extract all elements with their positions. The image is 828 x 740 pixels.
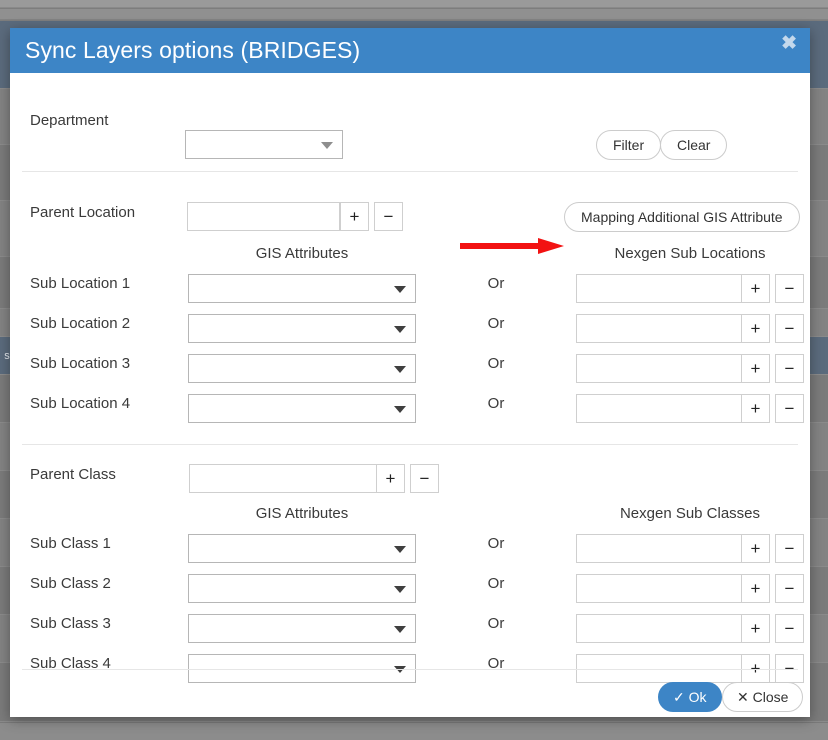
- sub-location-3-or-label: Or: [487, 355, 505, 372]
- dialog-title: Sync Layers options (BRIDGES): [25, 37, 361, 63]
- sync-layers-options-dialog: Sync Layers options (BRIDGES) ✖ Departme…: [10, 28, 810, 717]
- parent-class-label: Parent Class: [30, 466, 116, 483]
- chevron-down-icon: [394, 325, 406, 333]
- sub-location-1-gis-dropdown[interactable]: [188, 274, 416, 303]
- sub-location-3-label: Sub Location 3: [30, 355, 131, 372]
- sub-location-4-or-label: Or: [487, 395, 505, 412]
- sub-location-3-nexgen-input[interactable]: [576, 354, 742, 383]
- dialog-footer: ✓ Ok ✕ Close: [10, 669, 810, 717]
- sub-location-2-nexgen-input[interactable]: [576, 314, 742, 343]
- sub-location-3-add-button[interactable]: +: [741, 354, 770, 383]
- backdrop-toolbar-secondary: [0, 9, 828, 20]
- sub-class-2-nexgen-input[interactable]: [576, 574, 742, 603]
- red-annotation-arrow: [460, 238, 564, 254]
- sub-class-1-remove-button[interactable]: −: [775, 534, 804, 563]
- parent-class-add-button[interactable]: +: [376, 464, 405, 493]
- close-icon[interactable]: ✖: [781, 34, 797, 54]
- sub-location-2-label: Sub Location 2: [30, 315, 131, 332]
- parent-class-remove-button[interactable]: −: [410, 464, 439, 493]
- chevron-down-icon: [394, 365, 406, 373]
- sub-class-2-remove-button[interactable]: −: [775, 574, 804, 603]
- sub-location-1-label: Sub Location 1: [30, 275, 131, 292]
- parent-location-add-button[interactable]: +: [340, 202, 369, 231]
- department-dropdown[interactable]: [185, 130, 343, 159]
- sub-class-2-or-label: Or: [487, 575, 505, 592]
- parent-location-label: Parent Location: [30, 204, 136, 221]
- mapping-additional-gis-attribute-button[interactable]: Mapping Additional GIS Attribute: [564, 202, 800, 232]
- sub-location-2-or-label: Or: [487, 315, 505, 332]
- chevron-down-icon: [394, 545, 406, 553]
- sub-class-3-nexgen-input[interactable]: [576, 614, 742, 643]
- sub-location-4-label: Sub Location 4: [30, 395, 131, 412]
- chevron-down-icon: [394, 405, 406, 413]
- close-button-label: Close: [752, 688, 789, 705]
- footer-divider: [22, 669, 798, 670]
- close-button[interactable]: ✕ Close: [722, 682, 804, 712]
- parent-location-input[interactable]: [187, 202, 340, 231]
- chevron-down-icon: [394, 625, 406, 633]
- backdrop-toolbar: [0, 0, 828, 8]
- sub-location-4-gis-dropdown[interactable]: [188, 394, 416, 423]
- check-icon: ✓: [673, 688, 685, 705]
- chevron-down-icon: [394, 585, 406, 593]
- sub-class-2-gis-dropdown[interactable]: [188, 574, 416, 603]
- clear-button[interactable]: Clear: [660, 130, 728, 160]
- sub-class-2-label: Sub Class 2: [30, 575, 111, 592]
- sub-location-4-add-button[interactable]: +: [741, 394, 770, 423]
- sub-class-3-remove-button[interactable]: −: [775, 614, 804, 643]
- sub-class-1-label: Sub Class 1: [30, 535, 111, 552]
- nexgen-sub-locations-header: Nexgen Sub Locations: [614, 245, 766, 262]
- sub-class-1-add-button[interactable]: +: [741, 534, 770, 563]
- sub-location-1-nexgen-input[interactable]: [576, 274, 742, 303]
- sub-class-3-add-button[interactable]: +: [741, 614, 770, 643]
- sub-class-3-label: Sub Class 3: [30, 615, 111, 632]
- sub-class-1-nexgen-input[interactable]: [576, 534, 742, 563]
- ok-button-label: Ok: [688, 688, 707, 705]
- sub-location-2-gis-dropdown[interactable]: [188, 314, 416, 343]
- sub-location-2-add-button[interactable]: +: [741, 314, 770, 343]
- sub-class-3-gis-dropdown[interactable]: [188, 614, 416, 643]
- backdrop-statusbar: [0, 722, 828, 740]
- dialog-titlebar: Sync Layers options (BRIDGES) ✖: [10, 28, 810, 73]
- sub-class-1-gis-dropdown[interactable]: [188, 534, 416, 563]
- section-divider-top: [22, 171, 798, 172]
- sub-location-4-remove-button[interactable]: −: [775, 394, 804, 423]
- parent-class-input[interactable]: [189, 464, 377, 493]
- sub-location-1-or-label: Or: [487, 275, 505, 292]
- section-divider-middle: [22, 444, 798, 445]
- sub-location-2-remove-button[interactable]: −: [775, 314, 804, 343]
- sub-location-4-nexgen-input[interactable]: [576, 394, 742, 423]
- sub-location-3-remove-button[interactable]: −: [775, 354, 804, 383]
- sub-class-3-or-label: Or: [487, 615, 505, 632]
- ok-button[interactable]: ✓ Ok: [658, 682, 722, 712]
- sub-class-2-add-button[interactable]: +: [741, 574, 770, 603]
- chevron-down-icon: [321, 141, 333, 149]
- parent-location-remove-button[interactable]: −: [374, 202, 403, 231]
- dialog-body: Department Filter Clear Parent Location …: [10, 73, 810, 686]
- sub-class-1-or-label: Or: [487, 535, 505, 552]
- department-label: Department: [30, 112, 109, 129]
- sub-location-1-add-button[interactable]: +: [741, 274, 770, 303]
- close-x-icon: ✕: [737, 688, 749, 705]
- filter-button[interactable]: Filter: [596, 130, 662, 160]
- gis-attributes-header-locations: GIS Attributes: [255, 245, 349, 262]
- sub-location-1-remove-button[interactable]: −: [775, 274, 804, 303]
- sub-location-3-gis-dropdown[interactable]: [188, 354, 416, 383]
- nexgen-sub-classes-header: Nexgen Sub Classes: [619, 505, 761, 522]
- gis-attributes-header-classes: GIS Attributes: [255, 505, 349, 522]
- chevron-down-icon: [394, 285, 406, 293]
